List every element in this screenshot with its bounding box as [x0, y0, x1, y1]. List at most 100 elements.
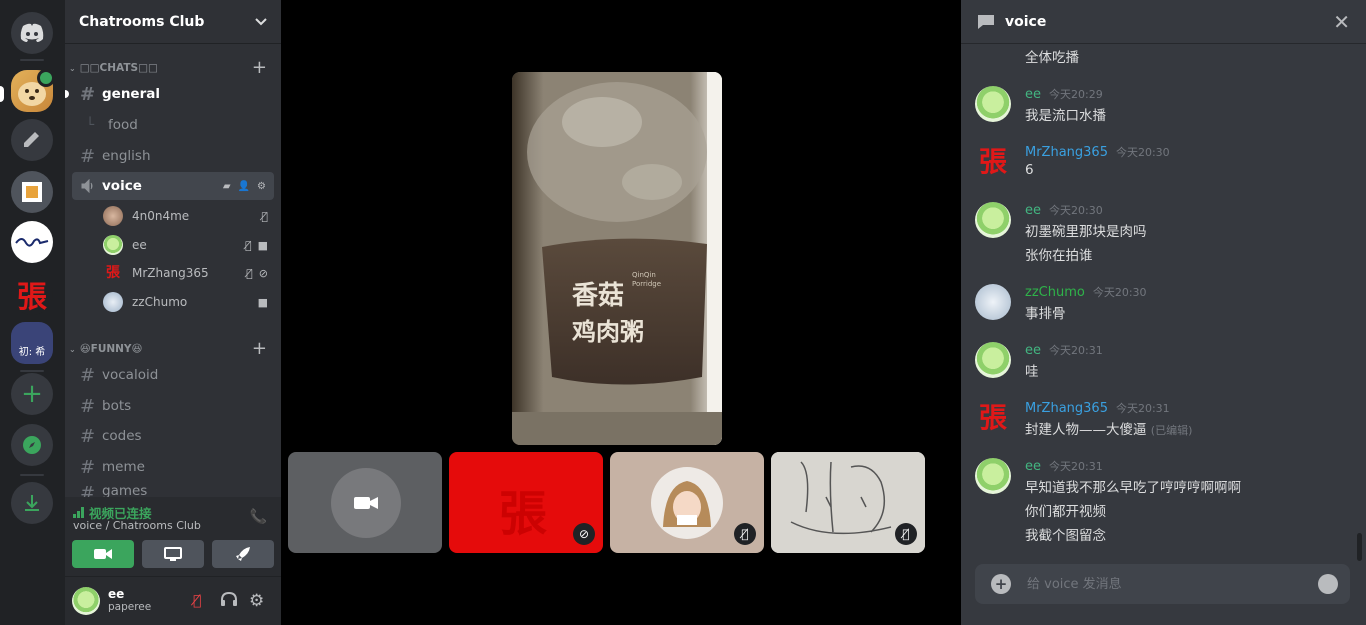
chat-scrollbar[interactable] [1357, 533, 1362, 561]
message-line: 我是流口水播 [1025, 108, 1106, 124]
explore-servers-button[interactable] [11, 424, 53, 466]
bottle-video-frame: 香菇 鸡肉粥 QinQin Porridge [512, 72, 722, 445]
server-pencil[interactable] [11, 119, 53, 161]
voice-user[interactable]: 張 MrZhang365 🎙̸ ⊘ [103, 260, 274, 286]
voice-user-name: ee [132, 238, 147, 252]
thread-food[interactable]: └ food [72, 111, 274, 139]
channel-vocaloid[interactable]: # vocaloid [72, 361, 274, 389]
channel-general[interactable]: # general [72, 80, 274, 108]
create-channel-plus-icon[interactable]: + [252, 338, 267, 359]
channel-codes[interactable]: # codes [72, 422, 274, 450]
channel-games[interactable]: # games [72, 483, 274, 497]
video-tile-4n0n4me[interactable]: 🎙̸ [610, 452, 764, 553]
avatar[interactable] [975, 86, 1011, 122]
category-label: □□CHATS□□ [79, 62, 158, 74]
camera-icon: ■ [257, 238, 268, 252]
server-notification-badge [37, 69, 55, 87]
signature-logo-icon [15, 238, 49, 247]
message-time: 今天20:30 [1092, 286, 1147, 299]
channel-english[interactable]: # english [72, 142, 274, 170]
svg-text:香菇: 香菇 [572, 281, 624, 311]
add-attachment-icon[interactable]: + [991, 574, 1011, 594]
add-server-button[interactable]: + [11, 373, 53, 415]
channel-voice[interactable]: voice ▰ 👤 ⚙ [72, 172, 274, 200]
mic-muted-icon: 🎙̸ [261, 209, 268, 223]
invite-person-icon[interactable]: 👤 [238, 181, 250, 192]
svg-text:Porridge: Porridge [632, 280, 661, 288]
voice-user[interactable]: zzChumo ■ [103, 289, 274, 315]
user-info[interactable]: ee paperee [108, 588, 151, 614]
avatar[interactable]: 張 [975, 144, 1011, 180]
headphones-icon[interactable] [220, 591, 238, 611]
chat-header: voice ✕ [961, 0, 1366, 44]
open-chat-icon[interactable]: ▰ [223, 181, 231, 192]
server-header[interactable]: Chatrooms Club [65, 0, 281, 44]
user-status: paperee [108, 601, 152, 613]
mic-muted-icon[interactable]: 🎙̸ [193, 593, 201, 609]
download-apps-button[interactable] [11, 482, 53, 524]
video-tile-camera-off[interactable] [288, 452, 442, 553]
selected-server-pill [0, 86, 4, 102]
avatar[interactable] [72, 587, 100, 615]
message-line: 张你在拍谁 [1025, 248, 1093, 264]
disconnect-phone-icon[interactable]: 📞 [250, 509, 267, 525]
emoji-picker-icon[interactable] [1318, 574, 1338, 594]
voice-user[interactable]: ee 🎙̸ ■ [103, 232, 274, 258]
signal-bars-icon [73, 507, 84, 518]
category-chats[interactable]: ⌄ □□CHATS□□ + [65, 57, 281, 78]
category-funny[interactable]: ⌄ 😆FUNNY😆 + [65, 338, 281, 359]
hash-icon: # [80, 395, 96, 417]
create-channel-plus-icon[interactable]: + [252, 57, 267, 78]
square-logo-icon [22, 182, 42, 202]
channel-bots[interactable]: # bots [72, 392, 274, 420]
video-tile-zhang[interactable]: 張 ⊘ [449, 452, 603, 553]
hash-icon: # [80, 364, 96, 386]
voice-user-name: 4n0n4me [132, 209, 190, 223]
message-author[interactable]: MrZhang365 [1025, 145, 1108, 160]
message-author[interactable]: zzChumo [1025, 285, 1085, 300]
server-zhang[interactable]: 張 [11, 273, 53, 315]
close-icon[interactable]: ✕ [1333, 10, 1350, 34]
avatar[interactable] [975, 202, 1011, 238]
voice-status-subtitle[interactable]: voice / Chatrooms Club [73, 519, 201, 532]
message-author[interactable]: ee [1025, 203, 1041, 218]
message-author[interactable]: MrZhang365 [1025, 401, 1108, 416]
avatar[interactable] [975, 458, 1011, 494]
share-screen-button[interactable] [142, 540, 204, 568]
video-tile-sketch[interactable]: 🎙̸ [771, 452, 925, 553]
video-stage: 香菇 鸡肉粥 QinQin Porridge 張 ⊘ 🎙̸ 🎙̸ [281, 0, 954, 625]
rail-separator [20, 370, 44, 372]
message-input[interactable] [1027, 576, 1287, 592]
server-square[interactable] [11, 171, 53, 213]
message-line: 封建人物——大傻逼 (已编辑) [1025, 418, 1192, 438]
channel-name: general [102, 86, 160, 102]
rail-separator [20, 59, 44, 61]
message-author[interactable]: ee [1025, 343, 1041, 358]
activities-button[interactable] [212, 540, 274, 568]
message-time: 今天20:31 [1115, 402, 1170, 415]
message-author[interactable]: ee [1025, 459, 1041, 474]
pencil-icon [24, 132, 39, 147]
message-line: 你们都开视频 [1025, 504, 1106, 520]
user-settings-gear-icon[interactable]: ⚙ [249, 591, 264, 611]
focused-video-feed[interactable]: 香菇 鸡肉粥 QinQin Porridge [512, 72, 722, 445]
turn-off-camera-button[interactable] [72, 540, 134, 568]
gear-icon[interactable]: ⚙ [257, 181, 266, 192]
voice-user-name: MrZhang365 [132, 266, 209, 280]
channel-meme[interactable]: # meme [72, 453, 274, 481]
discord-home-button[interactable] [11, 12, 53, 54]
message-author[interactable]: ee [1025, 87, 1041, 102]
voice-user[interactable]: 4n0n4me 🎙̸ [103, 203, 274, 229]
server-signature[interactable] [11, 221, 53, 263]
chevron-down-icon [255, 17, 267, 25]
message-time: 今天20:30 [1115, 146, 1170, 159]
avatar[interactable] [975, 342, 1011, 378]
server-folder[interactable]: 初: 希 [11, 322, 53, 364]
avatar[interactable]: 張 [975, 400, 1011, 436]
mic-muted-icon: 🎙̸ [895, 523, 917, 545]
avatar[interactable] [975, 284, 1011, 320]
channel-sidebar: Chatrooms Club ⌄ □□CHATS□□ + # general └ f… [65, 0, 281, 625]
mic-muted-icon: 🎙̸ [246, 266, 253, 280]
chat-channel-name: voice [1005, 13, 1047, 30]
camera-off-icon: ⊘ [258, 266, 268, 280]
